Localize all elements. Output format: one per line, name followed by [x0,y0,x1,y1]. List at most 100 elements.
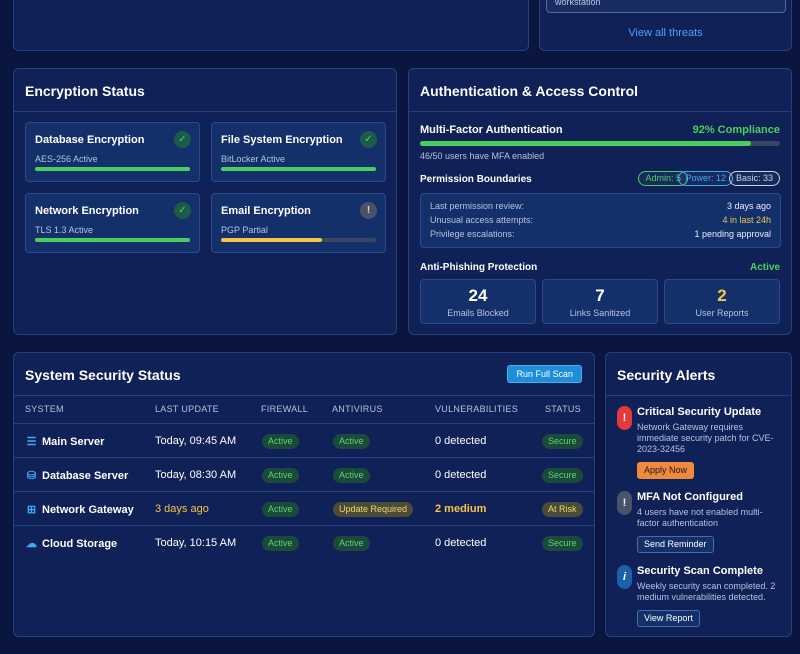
server-icon: ☰ [26,436,37,448]
phishing-stat-label: Links Sanitized [569,308,631,318]
vulnerabilities: 0 detected [435,435,487,447]
encryption-tile[interactable]: Email Encryption PGP Partial! [211,193,386,253]
top-left-panel [13,0,529,51]
mfa-progress-fill [420,141,752,146]
info-alert-icon: i [617,565,632,589]
alert-title: Security Scan Complete [637,565,763,577]
column-header: SYSTEM [25,404,64,414]
firewall-badge: Active [262,536,299,551]
threat-item-label: workstation [555,0,601,7]
encryption-tile[interactable]: File System Encryption BitLocker Active ✓ [211,122,386,182]
column-header: STATUS [545,404,581,414]
vulnerabilities: 0 detected [435,537,487,549]
check-icon: ✓ [174,131,191,148]
encryption-progress-bar [221,167,376,171]
alert-description: Weekly security scan completed. 2 medium… [637,581,776,602]
system-name: Database Server [42,470,129,482]
firewall-badge: Active [262,434,299,449]
encryption-name: Network Encryption [35,205,139,217]
encryption-detail: PGP Partial [221,225,268,235]
phishing-stat-tile: 2 User Reports [664,279,780,324]
vulnerabilities: 2 medium [435,503,487,515]
security-alerts-panel: Security Alerts ! Critical Security Updat… [605,352,792,637]
system-name-cell: ☰ Main Server [25,435,105,448]
mfa-summary: 46/50 users have MFA enabled [420,151,545,161]
encryption-progress-fill [35,167,190,171]
encryption-name: File System Encryption [221,134,343,146]
phishing-stat-tile: 24 Emails Blocked [420,279,536,324]
encryption-detail: AES-256 Active [35,154,98,164]
alert-title: Critical Security Update [637,406,762,418]
encryption-name: Email Encryption [221,205,311,217]
alert-title: MFA Not Configured [637,491,743,503]
phishing-stat-value: 24 [468,286,488,305]
status-badge: Secure [542,434,583,449]
column-header: ANTIVIRUS [332,404,383,414]
table-row[interactable]: ⊞ Network Gateway 3 days ago Active Update R… [14,491,594,525]
mfa-progress-bar [420,141,780,146]
permission-pill: Power: 12 [678,171,733,186]
network-icon: ⊞ [26,504,37,516]
permission-row-value: 4 in last 24h [722,215,771,225]
critical-alert-icon: ! [617,406,632,430]
encryption-detail: BitLocker Active [221,154,286,164]
antivirus-badge: Update Required [333,502,414,517]
encryption-progress-bar [35,167,190,171]
threats-panel: workstation View all threats [539,0,792,51]
encryption-detail: TLS 1.3 Active [35,225,94,235]
alert-description: Network Gateway requires immediate secur… [637,422,774,454]
apply-now-button[interactable]: Apply Now [637,462,695,479]
alert-description: 4 users have not enabled multi-factor au… [637,507,763,528]
table-row[interactable]: ☰ Main Server Today, 09:45 AM Active Active 0… [14,423,594,457]
cloud-icon: ☁ [26,538,37,550]
run-full-scan-button[interactable]: Run Full Scan [507,365,582,383]
divider [14,395,594,396]
permission-row: Privilege escalations: 1 pending approval [430,229,771,239]
last-update: Today, 09:45 AM [155,435,237,447]
antivirus-badge: Active [333,468,370,483]
phishing-stat-value: 7 [595,286,605,305]
permission-row-label: Privilege escalations: [430,229,515,239]
encryption-name: Database Encryption [35,134,145,146]
table-row[interactable]: ☁ Cloud Storage Today, 10:15 AM Active Activ… [14,525,594,559]
column-header: LAST UPDATE [155,404,219,414]
table-row[interactable]: ⛁ Database Server Today, 08:30 AM Active Act… [14,457,594,491]
phishing-stat-value: 2 [717,286,727,305]
last-update: Today, 10:15 AM [155,537,237,549]
send-reminder-button[interactable]: Send Reminder [637,536,714,553]
encryption-title: Encryption Status [25,83,145,99]
encryption-status-panel: Encryption Status Database Encryption AES… [13,68,397,335]
encryption-tile[interactable]: Network Encryption TLS 1.3 Active ✓ [25,193,200,253]
threat-item[interactable]: workstation [546,0,786,13]
encryption-progress-fill [221,167,376,171]
permission-row-label: Last permission review: [430,201,525,211]
warning-icon: ! [360,202,377,219]
divider [409,111,791,112]
encryption-tile[interactable]: Database Encryption AES-256 Active ✓ [25,122,200,182]
encryption-progress-bar [221,238,376,242]
check-icon: ✓ [360,131,377,148]
phishing-stat-tile: 7 Links Sanitized [542,279,658,324]
last-update: 3 days ago [155,503,209,515]
phishing-label: Anti-Phishing Protection [420,262,538,273]
last-update: Today, 08:30 AM [155,469,237,481]
firewall-badge: Active [262,468,299,483]
divider [14,111,396,112]
permission-row: Last permission review: 3 days ago [430,201,771,211]
auth-access-panel: Authentication & Access Control Multi-Fa… [408,68,792,335]
system-name-cell: ⊞ Network Gateway [25,503,134,516]
vulnerabilities: 0 detected [435,469,487,481]
auth-title: Authentication & Access Control [420,83,639,99]
view-all-threats-link[interactable]: View all threats [540,27,791,39]
system-name: Main Server [42,436,105,448]
firewall-badge: Active [262,502,299,517]
check-icon: ✓ [174,202,191,219]
encryption-progress-bar [35,238,190,242]
status-badge: At Risk [542,502,583,517]
phishing-stat-label: User Reports [695,308,749,318]
permission-row: Unusual access attempts: 4 in last 24h [430,215,771,225]
column-header: VULNERABILITIES [435,404,519,414]
view-report-button[interactable]: View Report [637,610,700,627]
mfa-label: Multi-Factor Authentication [420,124,563,136]
system-name-cell: ☁ Cloud Storage [25,537,117,550]
